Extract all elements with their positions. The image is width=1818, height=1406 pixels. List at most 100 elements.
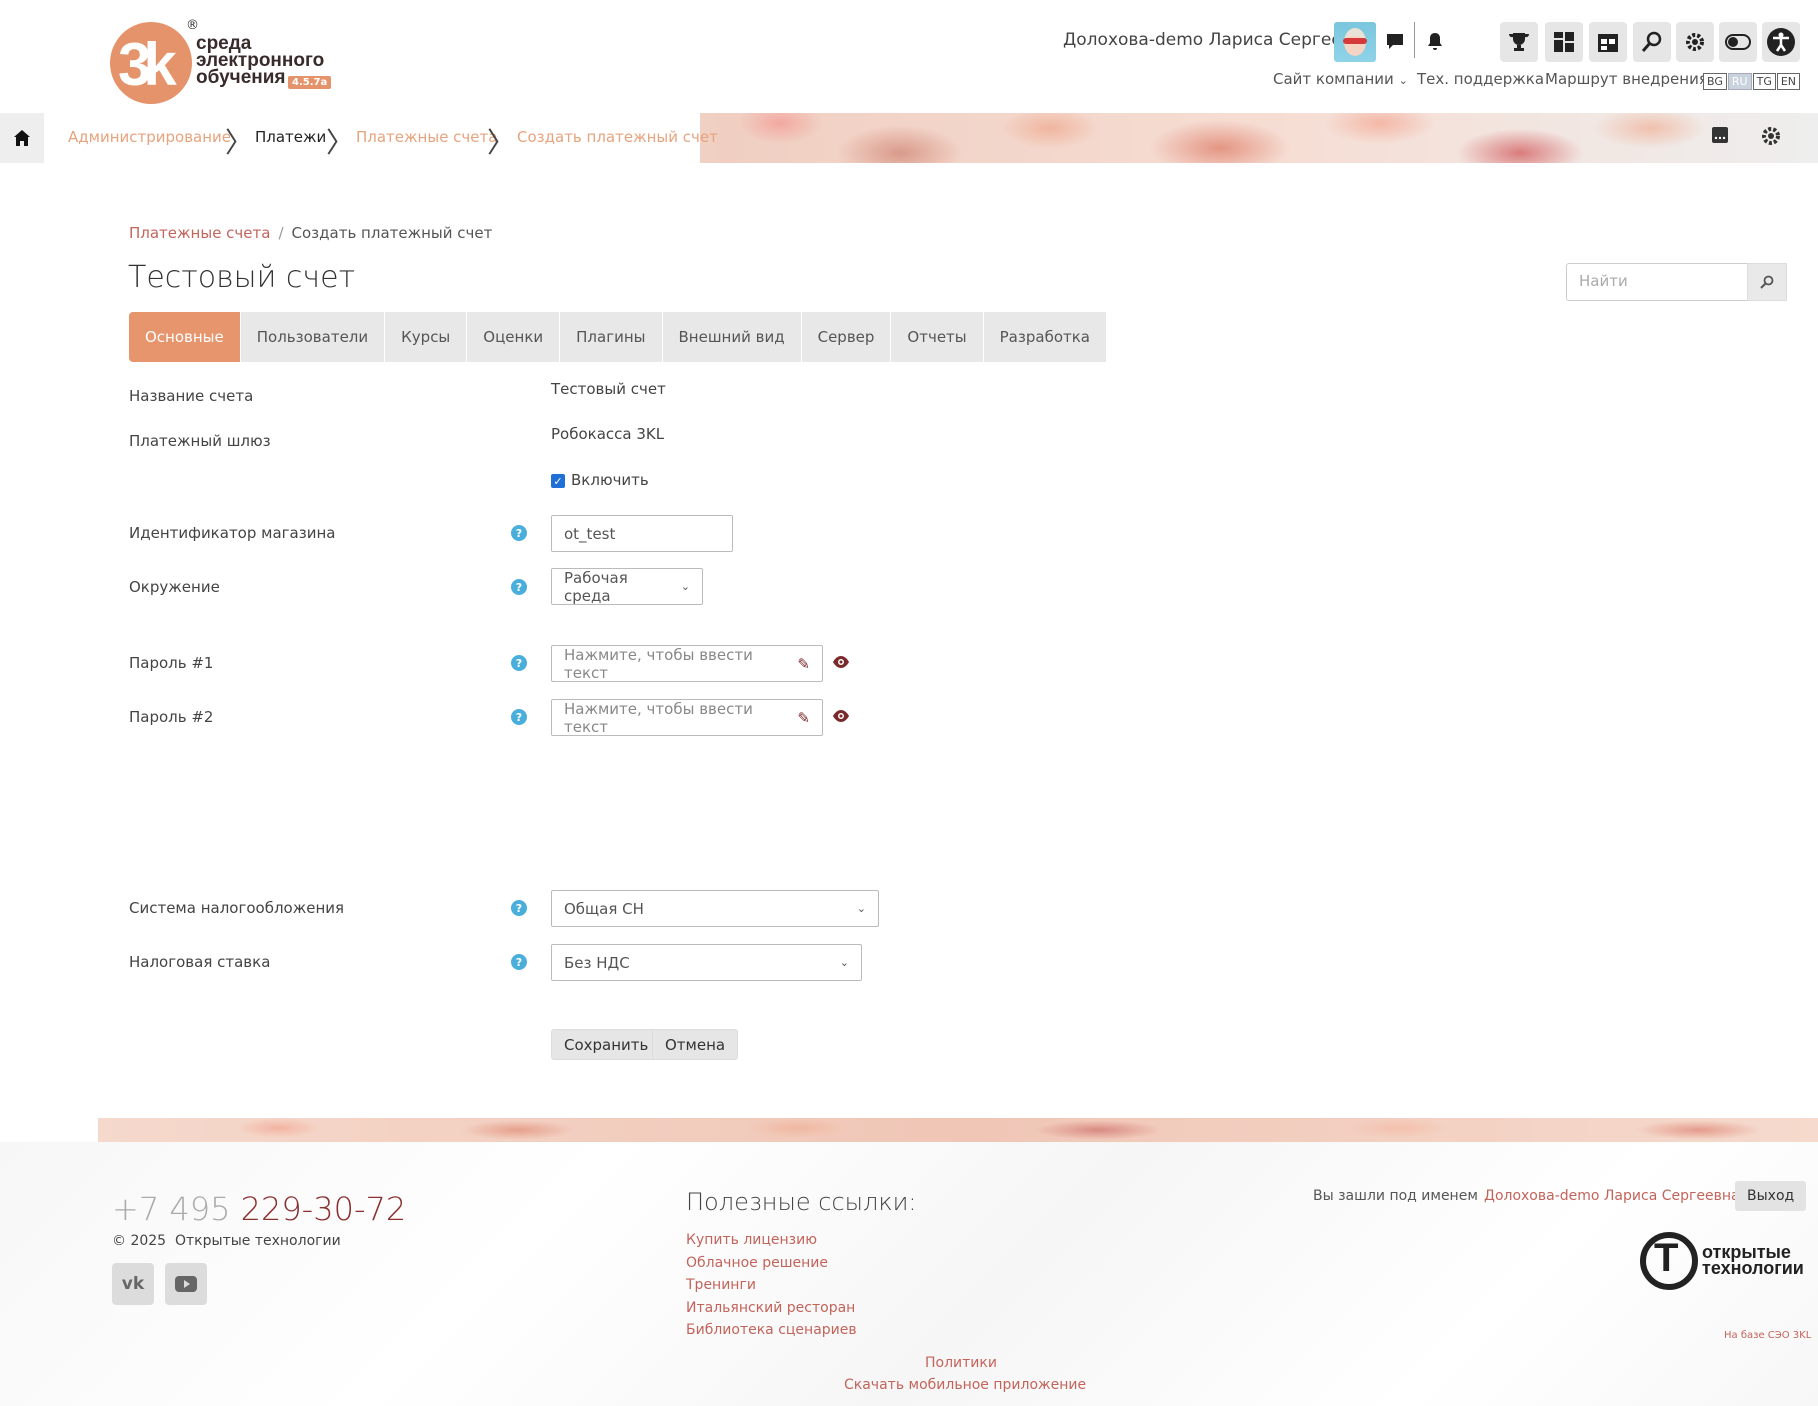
lang-bg[interactable]: BG	[1703, 73, 1727, 90]
tab-users[interactable]: Пользователи	[240, 312, 386, 362]
tab-development[interactable]: Разработка	[983, 312, 1107, 362]
help-icon[interactable]: ?	[511, 900, 527, 916]
cancel-button[interactable]: Отмена	[652, 1029, 739, 1060]
header: 3k ® среда электронного обучения 4.5.7a …	[0, 0, 1818, 113]
tab-grades[interactable]: Оценки	[467, 312, 561, 362]
policy-link[interactable]: Политики	[925, 1355, 997, 1371]
footer-link[interactable]: Библиотека сценариев	[686, 1322, 857, 1338]
support-link[interactable]: Тех. поддержка	[1417, 70, 1544, 88]
shop-id-input[interactable]: ot_test	[551, 515, 733, 552]
password2-label: Пароль #2	[129, 708, 214, 726]
save-button[interactable]: Сохранить	[551, 1029, 662, 1060]
crumb-accounts[interactable]: Платежные счета	[356, 128, 497, 146]
tax-system-label: Система налогообложения	[129, 899, 345, 917]
chevron-down-icon: ⌄	[680, 580, 690, 593]
eye-icon[interactable]	[831, 709, 851, 723]
search-icon[interactable]	[1633, 22, 1671, 62]
footer-link[interactable]: Облачное решение	[686, 1255, 828, 1271]
tab-courses[interactable]: Курсы	[385, 312, 468, 362]
crumb-create[interactable]: Создать платежный счет	[517, 128, 718, 146]
bell-icon[interactable]	[1416, 22, 1454, 62]
chevron-down-icon: ⌄	[839, 956, 849, 969]
based-on-link[interactable]: На базе СЭО 3KL	[1724, 1330, 1811, 1341]
accessibility-icon[interactable]	[1762, 22, 1800, 62]
gear-icon[interactable]	[1676, 22, 1714, 62]
route-link[interactable]: Маршрут внедрения	[1545, 70, 1708, 88]
language-switcher: BG RU TG EN	[1703, 73, 1801, 90]
footer-link[interactable]: Купить лицензию	[686, 1232, 817, 1248]
search-input[interactable]: Найти	[1566, 263, 1749, 301]
tab-server[interactable]: Сервер	[801, 312, 892, 362]
logged-in-user-link[interactable]: Долохова-demo Лариса Сергеевна	[1484, 1188, 1740, 1204]
crumb-separator: 〉	[326, 126, 355, 159]
footer-link[interactable]: Тренинги	[686, 1277, 756, 1293]
page-crumb-accounts[interactable]: Платежные счета	[129, 224, 270, 242]
mobile-app-link[interactable]: Скачать мобильное приложение	[844, 1377, 1086, 1393]
search-button[interactable]	[1747, 263, 1787, 301]
logo[interactable]: 3k ® среда электронного обучения 4.5.7a	[110, 18, 332, 104]
lang-ru[interactable]: RU	[1727, 73, 1752, 90]
enable-label[interactable]: Включить	[571, 471, 649, 489]
vk-icon[interactable]: vk	[112, 1263, 154, 1305]
enable-checkbox[interactable]: ✓	[551, 474, 565, 488]
tax-system-select[interactable]: Общая СН ⌄	[551, 890, 879, 927]
help-icon[interactable]: ?	[511, 954, 527, 970]
pencil-icon: ✎	[797, 654, 810, 673]
crumb-payments[interactable]: Платежи	[255, 128, 326, 146]
breadcrumb-bar: Администрирование 〉 Платежи 〉 Платежные …	[0, 113, 1818, 163]
user-name[interactable]: Долохова-demo Лариса Сергеевна	[1063, 30, 1373, 50]
youtube-icon[interactable]	[165, 1263, 207, 1305]
password1-input[interactable]: Нажмите, чтобы ввести текст ✎	[551, 645, 823, 682]
footer	[0, 1142, 1818, 1406]
shop-id-label: Идентификатор магазина	[129, 524, 336, 542]
copyright: © 2025 Открытые технологии	[112, 1233, 341, 1249]
page-title: Тестовый счет	[128, 260, 356, 295]
tax-rate-select[interactable]: Без НДС ⌄	[551, 944, 862, 981]
phone-number[interactable]: +7 495 229-30-72	[112, 1190, 406, 1228]
toggle-icon[interactable]	[1719, 22, 1757, 62]
company-site-link[interactable]: Сайт компании ⌄	[1273, 70, 1408, 88]
tab-reports[interactable]: Отчеты	[891, 312, 984, 362]
gateway-label: Платежный шлюз	[129, 432, 271, 450]
account-name-value: Тестовый счет	[551, 380, 666, 398]
lang-en[interactable]: EN	[1776, 73, 1801, 90]
help-icon[interactable]: ?	[511, 525, 527, 541]
chevron-down-icon: ⌄	[856, 902, 866, 915]
settings-gear-icon[interactable]	[1760, 125, 1782, 152]
tax-rate-label: Налоговая ставка	[129, 953, 271, 971]
footer-link[interactable]: Итальянский ресторан	[686, 1300, 855, 1316]
tab-appearance[interactable]: Внешний вид	[662, 312, 802, 362]
tab-main[interactable]: Основные	[129, 312, 241, 362]
password1-label: Пароль #1	[129, 654, 214, 672]
lang-tg[interactable]: TG	[1752, 73, 1776, 90]
tab-plugins[interactable]: Плагины	[560, 312, 663, 362]
dashboard-icon[interactable]	[1545, 22, 1583, 62]
home-icon[interactable]	[0, 113, 44, 163]
chat-box-icon[interactable]	[1711, 125, 1729, 149]
crumb-admin[interactable]: Администрирование	[68, 128, 231, 146]
account-name-label: Название счета	[129, 387, 254, 405]
help-icon[interactable]: ?	[511, 655, 527, 671]
footer-decor-band	[98, 1118, 1818, 1142]
chat-icon[interactable]	[1376, 22, 1414, 62]
calendar-icon[interactable]	[1589, 22, 1627, 62]
gateway-value: Робокасса 3KL	[551, 425, 665, 443]
logged-in-text: Вы зашли под именем	[1313, 1188, 1478, 1204]
logout-button[interactable]: Выход	[1735, 1181, 1807, 1211]
ot-logo[interactable]: T открытые технологии	[1640, 1232, 1804, 1292]
page-crumb-current: Создать платежный счет	[291, 224, 493, 242]
logo-mark: 3k	[110, 22, 192, 104]
password2-input[interactable]: Нажмите, чтобы ввести текст ✎	[551, 699, 823, 736]
crumb-separator: 〉	[225, 126, 254, 159]
help-icon[interactable]: ?	[511, 579, 527, 595]
trophy-icon[interactable]	[1500, 22, 1538, 62]
version-badge: 4.5.7a	[288, 76, 332, 89]
avatar[interactable]	[1334, 22, 1376, 62]
eye-icon[interactable]	[831, 655, 851, 669]
page-breadcrumb: Платежные счета / Создать платежный счет	[129, 224, 493, 242]
header-divider	[1414, 22, 1415, 58]
environment-select[interactable]: Рабочая среда ⌄	[551, 568, 703, 605]
help-icon[interactable]: ?	[511, 709, 527, 725]
useful-links-title: Полезные ссылки:	[686, 1188, 917, 1216]
crumb-separator: 〉	[487, 126, 516, 159]
